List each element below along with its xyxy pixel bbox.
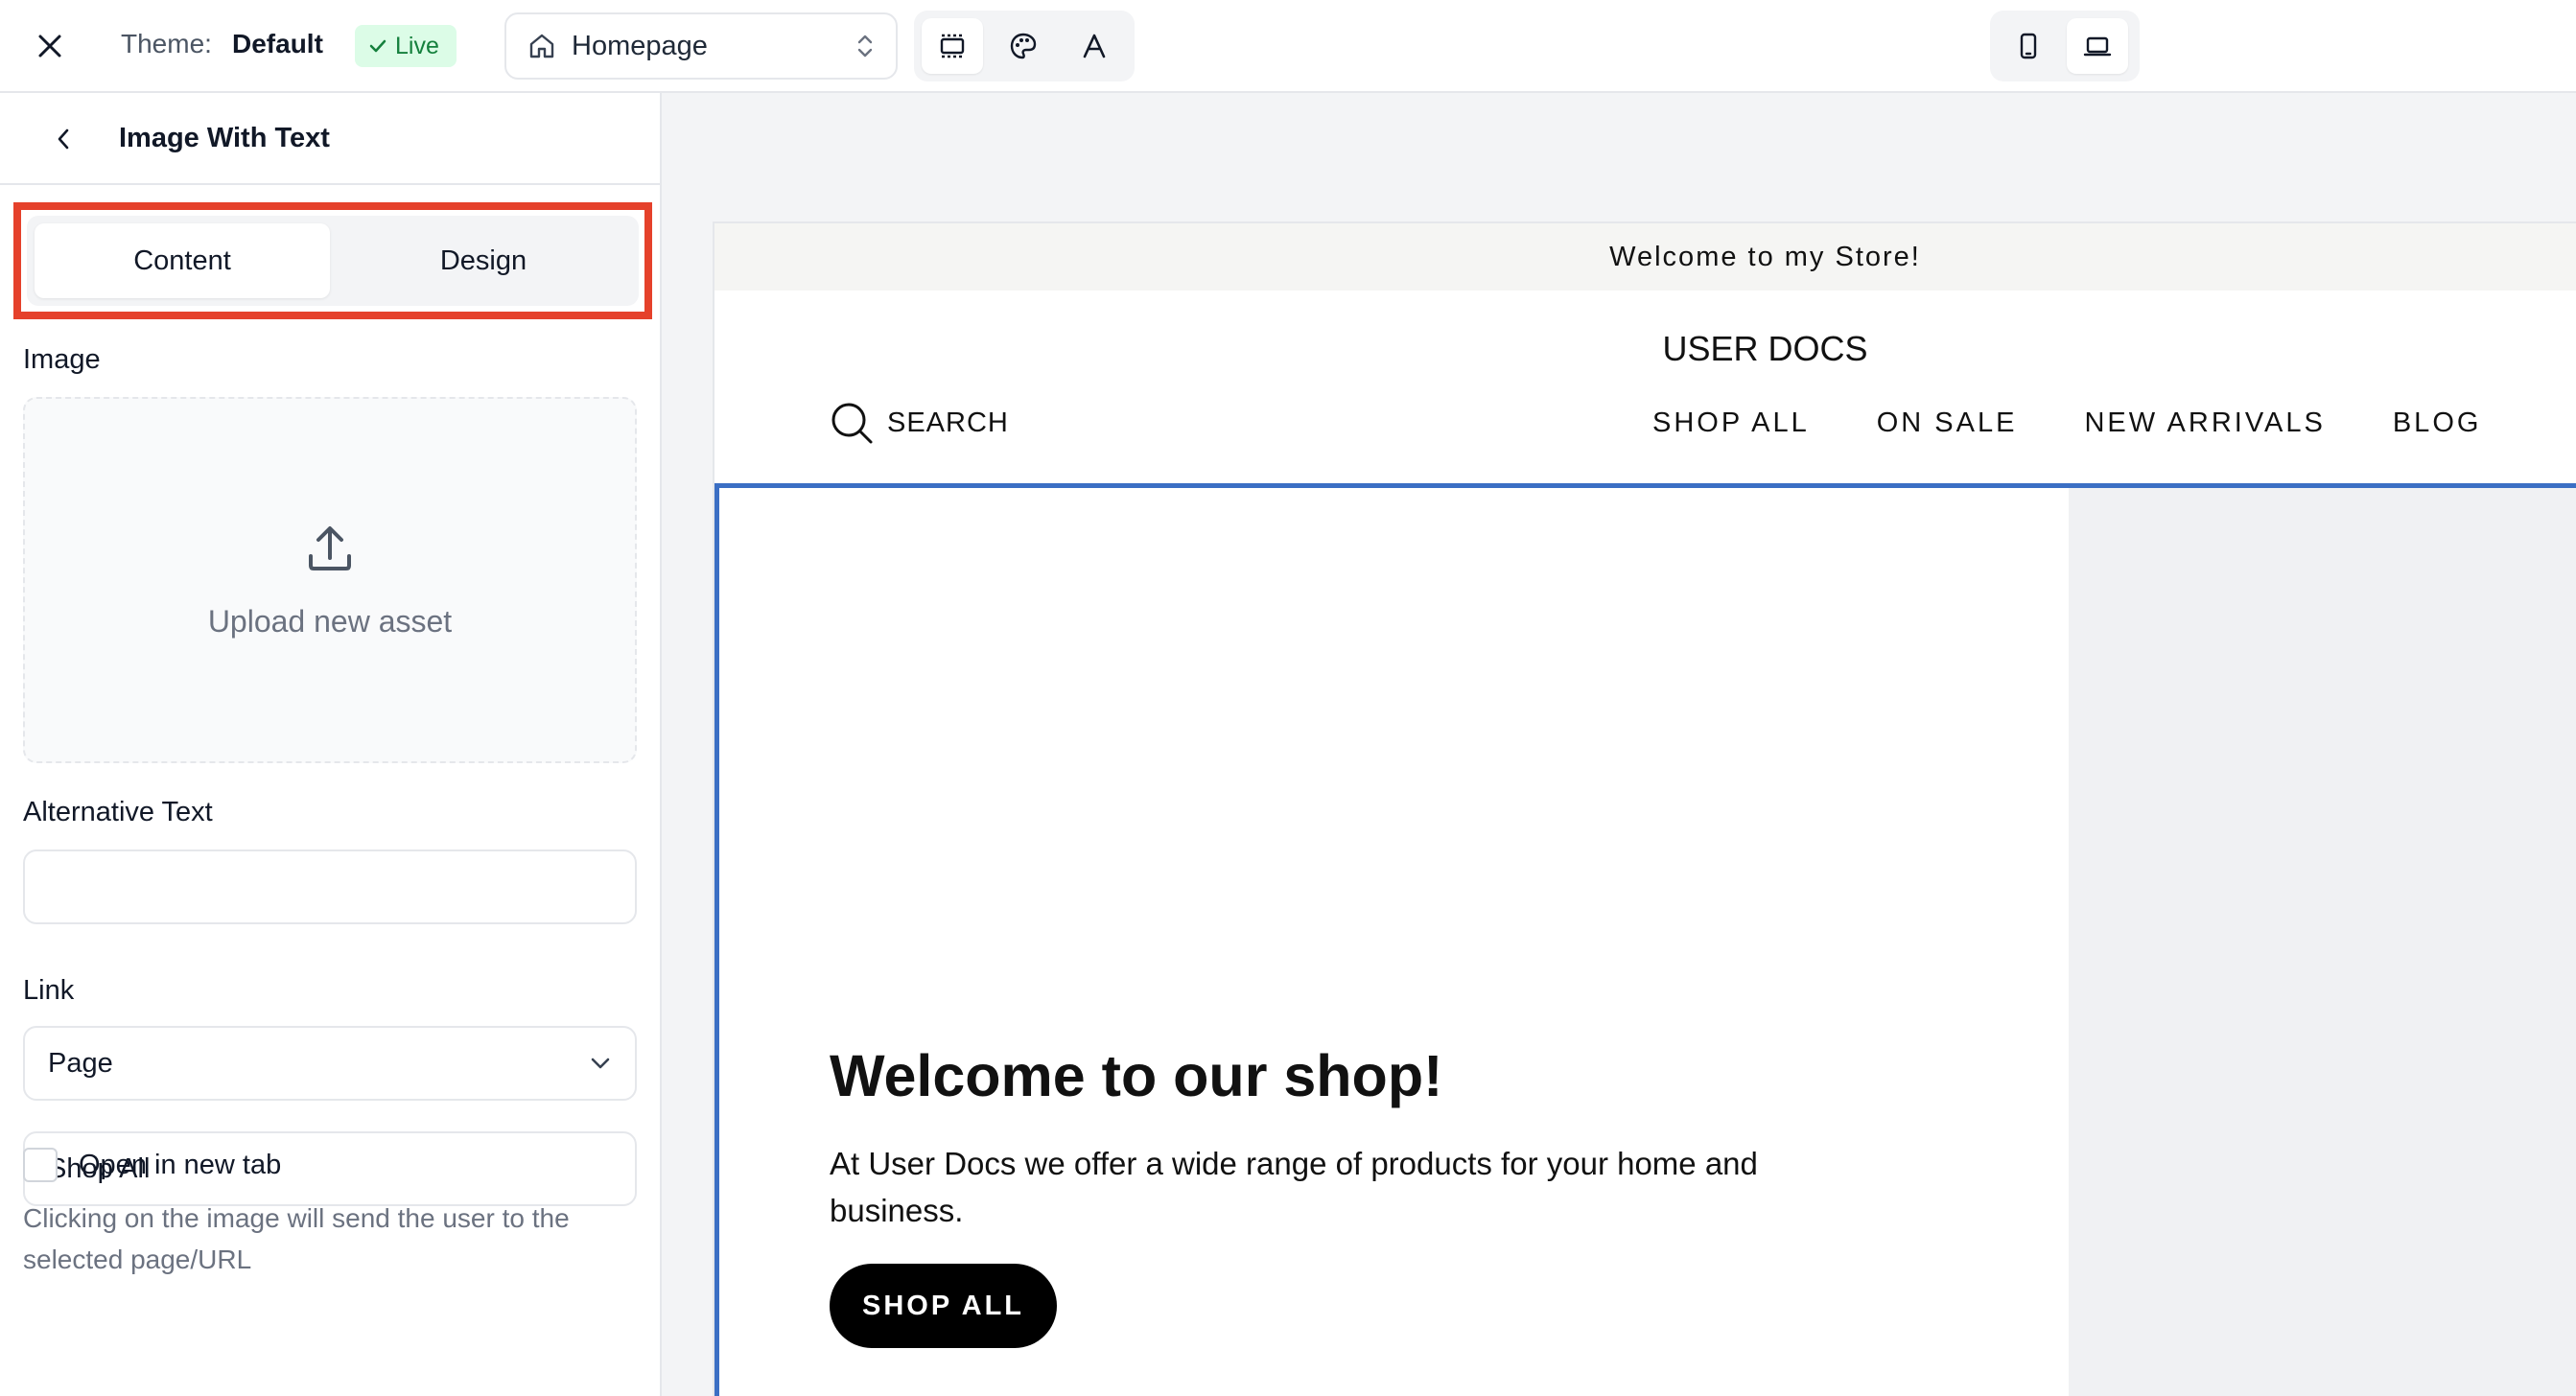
colors-tool-button[interactable] [993,18,1054,74]
desktop-view-button[interactable] [2067,18,2128,74]
open-new-tab-label: Open in new tab [79,1149,282,1180]
tab-content[interactable]: Content [35,223,330,298]
link-help-text: Clicking on the image will send the user… [23,1203,570,1274]
close-button[interactable] [27,23,73,69]
hero-body: At User Docs we offer a wide range of pr… [830,1146,1758,1228]
home-icon [529,34,554,58]
section-image-placeholder [2069,488,2576,1396]
upload-label: Upload new asset [207,603,453,639]
typography-tool-button[interactable] [1064,18,1125,74]
link-type-select[interactable]: Page [23,1026,637,1101]
check-icon [369,39,386,53]
mobile-icon [2020,33,2037,59]
alt-text-field-label: Alternative Text [23,797,213,827]
image-upload-dropzone[interactable]: Upload new asset [23,397,637,763]
nav-item-blog[interactable]: BLOG [2393,407,2482,439]
store-nav: SHOP ALL ON SALE NEW ARRIVALS BLOG [1652,407,2481,439]
sidebar-title: Image With Text [119,123,330,153]
content-design-tabs: Content Design [27,216,639,306]
store-header: USER DOCS SEARCH SHOP ALL ON SALE NEW AR… [714,291,2576,483]
typography-icon [1083,34,1106,58]
live-status-badge: Live [355,25,457,67]
theme-name: Default [232,29,323,58]
nav-item-new-arrivals[interactable]: NEW ARRIVALS [2084,407,2325,439]
desktop-icon [2083,36,2112,57]
layout-icon [940,34,965,58]
upload-icon [309,525,351,570]
image-with-text-section[interactable]: Welcome to our shop! At User Docs we off… [714,483,2576,1396]
open-new-tab-row: Open in new tab [23,1148,281,1182]
search-label: SEARCH [887,407,1009,438]
store-preview: Welcome to my Store! USER DOCS SEARCH SH… [713,221,2576,1396]
page-select-value: Homepage [572,30,708,61]
tabs-highlight-box: Content Design [13,202,652,319]
back-button[interactable] [44,116,82,162]
link-type-value: Page [48,1047,113,1079]
image-field-label: Image [23,344,101,375]
tab-content-label: Content [133,244,231,276]
close-icon [38,35,61,58]
settings-sidebar: Image With Text Content Design Image Upl… [0,93,662,1396]
theme-label: Theme: [121,29,212,58]
tab-design[interactable]: Design [336,223,631,298]
search-icon [831,403,873,444]
chevron-down-icon [591,1058,610,1069]
palette-icon [1010,33,1037,59]
tab-design-label: Design [439,244,527,276]
device-toggle-group [1990,11,2140,81]
link-field-label: Link [23,975,75,1006]
open-new-tab-checkbox[interactable] [23,1148,58,1182]
announcement-bar: Welcome to my Store! [714,223,2576,291]
top-bar: Theme: Default Live Homepage [0,0,2576,93]
sidebar-header: Image With Text [0,93,660,185]
store-search[interactable]: SEARCH [830,401,1009,445]
chevron-up-down-icon [857,35,873,58]
mobile-view-button[interactable] [1998,18,2059,74]
editor-tool-group [914,11,1135,81]
live-status-label: Live [395,32,439,59]
page-select[interactable]: Homepage [504,12,898,80]
layout-tool-button[interactable] [922,18,983,74]
theme-editor: Theme: Default Live Homepage Image With … [0,0,2576,1396]
preview-canvas: Welcome to my Store! USER DOCS SEARCH SH… [662,93,2576,1396]
store-logo[interactable]: USER DOCS [714,329,2576,369]
chevron-left-icon [58,128,69,150]
hero-heading: Welcome to our shop! [830,1043,1443,1108]
nav-item-on-sale[interactable]: ON SALE [1877,407,2018,439]
alt-text-input[interactable] [23,849,637,924]
nav-item-shop-all[interactable]: SHOP ALL [1652,407,1810,439]
shop-all-button[interactable]: SHOP ALL [830,1264,1057,1348]
